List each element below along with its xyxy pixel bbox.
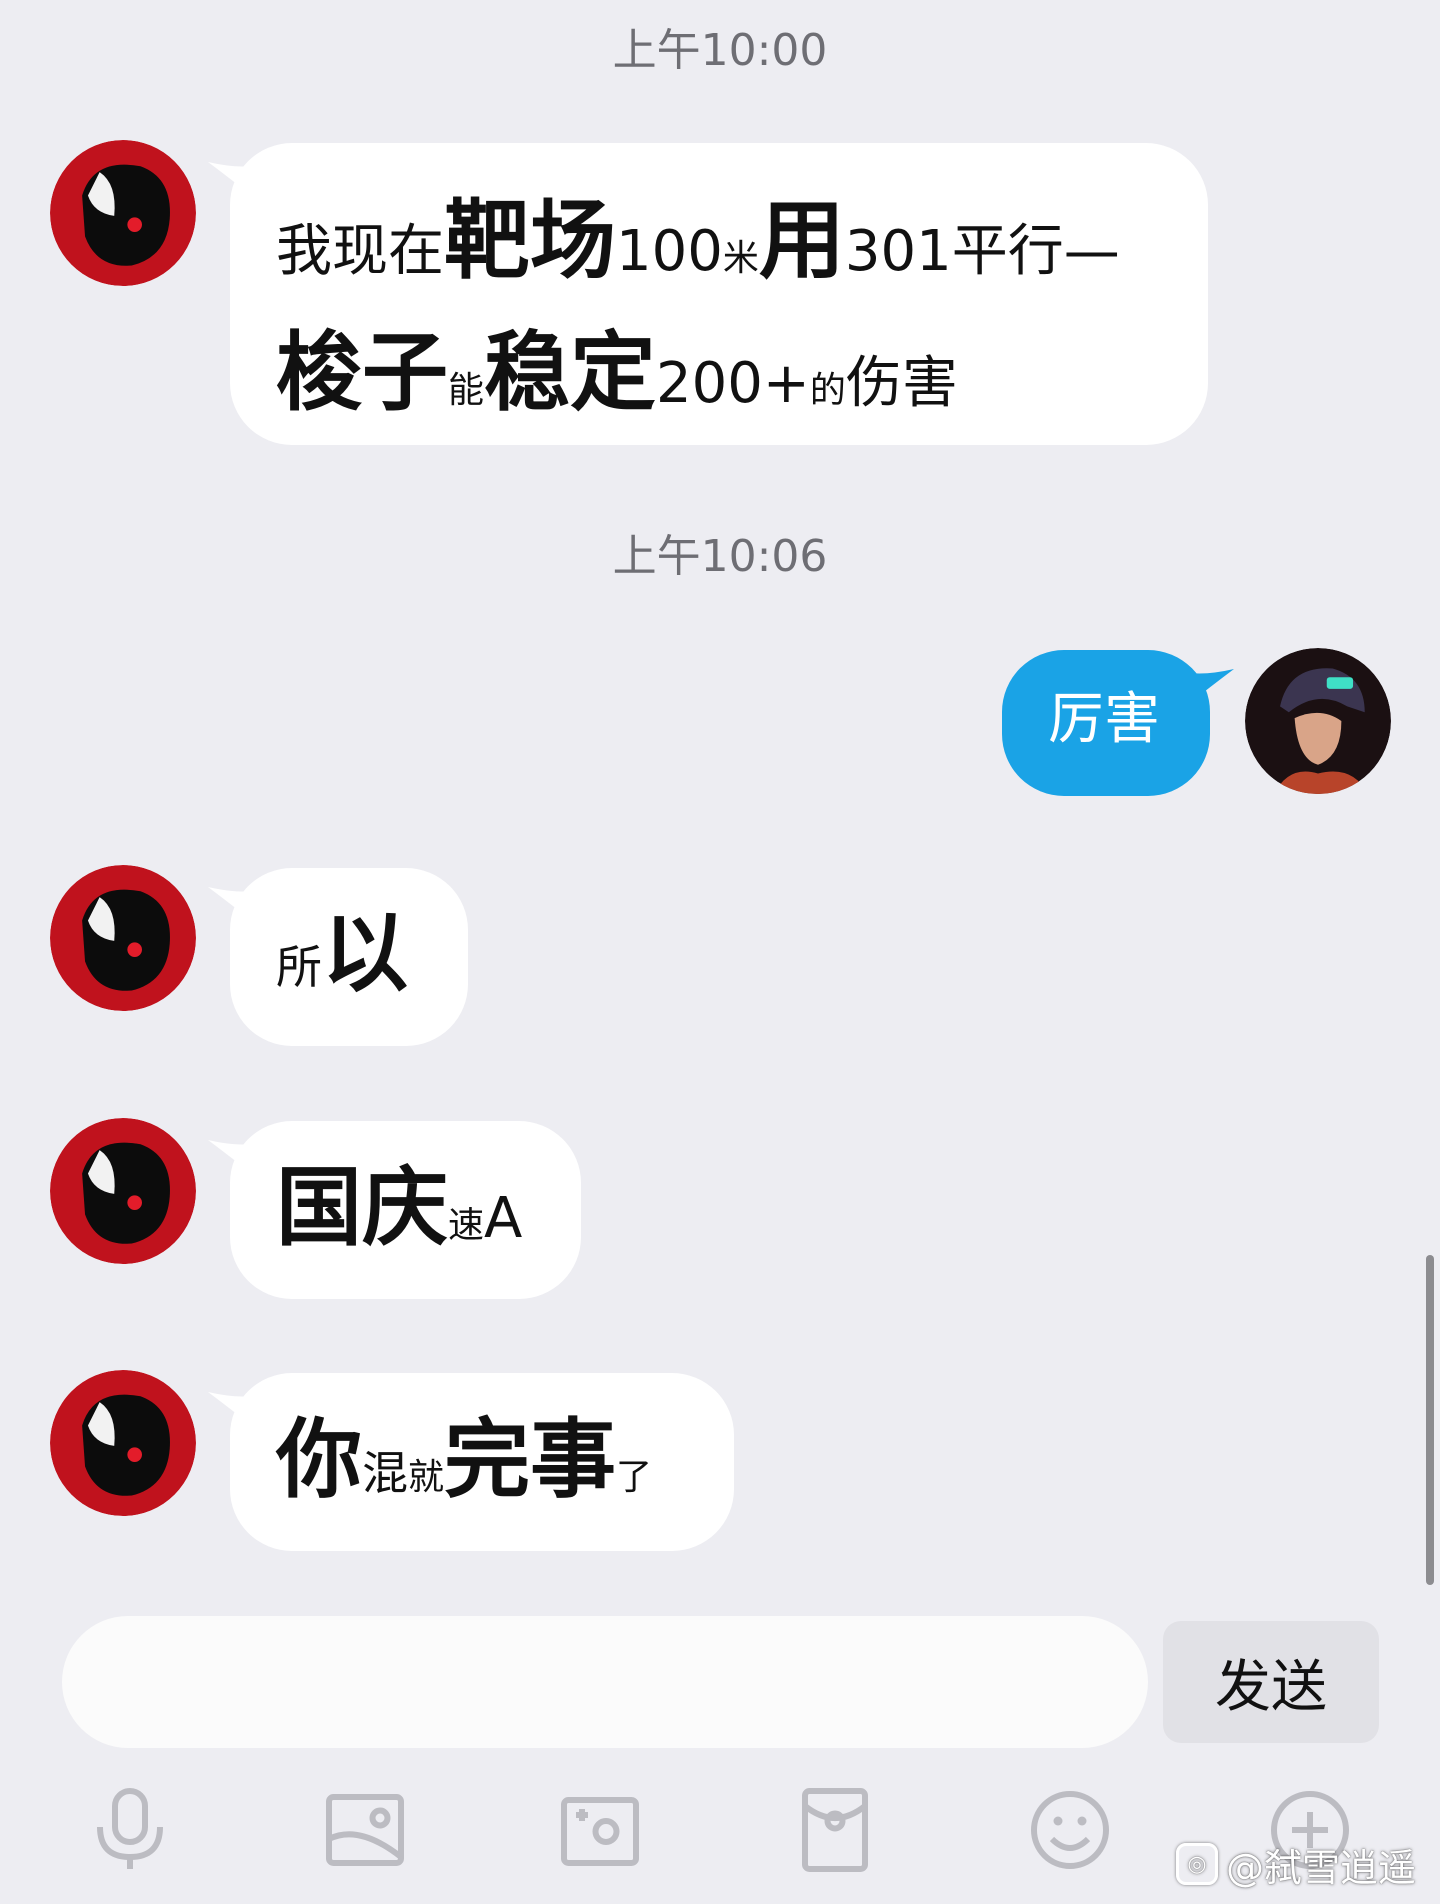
bubble-tail xyxy=(1190,669,1234,703)
send-button[interactable]: 发送 xyxy=(1163,1621,1379,1743)
message-text: 你 xyxy=(276,1410,362,1510)
message-text: 梭子 xyxy=(276,323,448,423)
message-bubble[interactable]: 我现在靶场100米用301平行— 梭子能稳定200+的伤害 xyxy=(230,143,1208,445)
message-bubble[interactable]: 你混就完事了 xyxy=(230,1373,734,1551)
contact-avatar[interactable] xyxy=(50,140,196,286)
message-text: 以 xyxy=(322,904,408,1004)
message-text: 米 xyxy=(722,238,759,279)
camera-icon[interactable] xyxy=(550,1780,650,1880)
timestamp: 上午10:06 xyxy=(612,531,828,582)
red-packet-icon[interactable] xyxy=(785,1780,885,1880)
message-bubble[interactable]: 国庆速A xyxy=(230,1121,581,1299)
my-message-bubble[interactable]: 厉害 xyxy=(1002,650,1210,796)
avatar-image xyxy=(50,1370,196,1516)
message-text: 200+ xyxy=(656,351,810,416)
watermark: ◎ @弑雪逍遥 xyxy=(1176,1838,1416,1890)
message-text: 稳定 xyxy=(484,323,657,423)
message-text: 伤害 xyxy=(845,351,958,416)
emoji-icon[interactable] xyxy=(1020,1780,1120,1880)
my-avatar[interactable] xyxy=(1245,648,1391,794)
avatar-image xyxy=(1245,648,1391,794)
message-text: 速 xyxy=(448,1205,485,1246)
contact-avatar[interactable] xyxy=(50,1370,196,1516)
message-text: 我现在 xyxy=(276,219,444,284)
timestamp: 上午10:00 xyxy=(612,25,828,76)
avatar-image xyxy=(50,140,196,286)
avatar-image xyxy=(50,865,196,1011)
message-input[interactable] xyxy=(62,1616,1148,1748)
message-bubble[interactable]: 所以 xyxy=(230,868,468,1046)
mic-icon[interactable] xyxy=(80,1780,180,1880)
weibo-logo-icon: ◎ xyxy=(1176,1843,1218,1885)
message-text: 的 xyxy=(809,370,846,411)
message-text: 混 xyxy=(362,1446,408,1500)
image-icon[interactable] xyxy=(315,1780,415,1880)
message-text: A xyxy=(484,1186,523,1251)
message-text: 完事 xyxy=(444,1410,617,1510)
message-text: 厉害 xyxy=(1048,687,1160,752)
message-text: 用 xyxy=(758,191,845,291)
contact-avatar[interactable] xyxy=(50,1118,196,1264)
message-text: 国庆 xyxy=(276,1158,448,1258)
watermark-text: @弑雪逍遥 xyxy=(1226,1845,1417,1890)
contact-avatar[interactable] xyxy=(50,865,196,1011)
scrollbar[interactable] xyxy=(1426,1255,1434,1585)
message-text: 靶场 xyxy=(444,191,616,291)
message-text: 能 xyxy=(448,370,485,411)
message-text: 了 xyxy=(616,1457,653,1498)
avatar-image xyxy=(50,1118,196,1264)
message-text: 100 xyxy=(616,219,723,284)
message-text: 就 xyxy=(408,1457,445,1498)
message-text: 301平行— xyxy=(844,219,1120,284)
message-text: 所 xyxy=(276,940,322,994)
